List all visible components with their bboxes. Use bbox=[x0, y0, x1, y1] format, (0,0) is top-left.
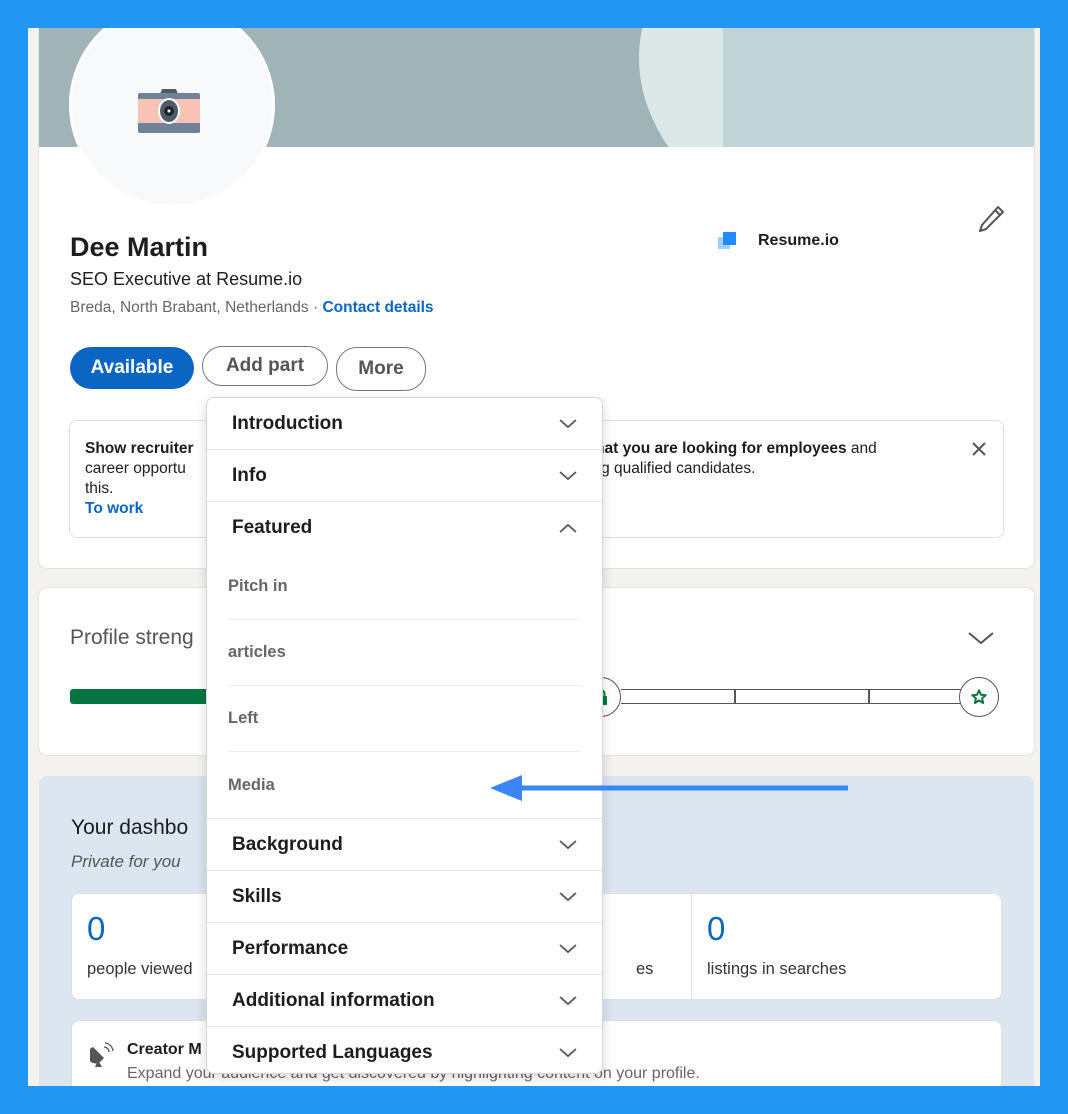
notice-right-bold: e that you are looking for employees bbox=[577, 440, 847, 457]
meter-tick bbox=[868, 689, 870, 704]
section-label: Featured bbox=[232, 517, 313, 538]
dropdown-section-info[interactable]: Info bbox=[207, 450, 602, 502]
section-label: Background bbox=[232, 833, 343, 855]
meter-track bbox=[621, 689, 961, 704]
page-viewport: Dee Martin SEO Executive at Resume.io Br… bbox=[28, 28, 1040, 1086]
banner-shape bbox=[723, 28, 1034, 147]
chevron-down-icon bbox=[559, 1048, 577, 1058]
notice-right-text: e that you are looking for employees and… bbox=[577, 439, 957, 499]
pencil-icon[interactable] bbox=[976, 204, 1006, 234]
available-button[interactable]: Available bbox=[70, 347, 194, 389]
dashboard-subtitle: Private for you bbox=[71, 852, 181, 871]
subitem-label: Media bbox=[228, 775, 275, 794]
subitem-label: Pitch in bbox=[228, 577, 288, 595]
featured-item-pitch-in[interactable]: Pitch in bbox=[228, 554, 581, 620]
stat-value: 0 bbox=[87, 910, 106, 947]
add-part-button[interactable]: Add part bbox=[202, 346, 328, 386]
dropdown-section-performance[interactable]: Performance bbox=[207, 923, 602, 975]
current-company[interactable]: Resume.io bbox=[718, 232, 839, 250]
add-part-dropdown: Introduction Info Featured Pitch in arti… bbox=[206, 397, 603, 1074]
creator-mode-title: Creator M bbox=[127, 1041, 202, 1058]
close-icon[interactable] bbox=[971, 441, 987, 457]
notice-right-line: cting qualified candidates. bbox=[577, 460, 756, 477]
stat-search-appearances[interactable]: 0 listings in searches bbox=[691, 894, 1002, 1001]
star-icon bbox=[959, 677, 999, 717]
more-button[interactable]: More bbox=[336, 347, 426, 391]
profile-location: Breda, North Brabant, Netherlands · Cont… bbox=[70, 299, 434, 317]
chevron-down-icon bbox=[559, 470, 577, 480]
featured-item-articles[interactable]: articles bbox=[228, 620, 581, 686]
avatar[interactable] bbox=[69, 28, 275, 208]
section-label: Additional information bbox=[232, 989, 435, 1011]
profile-strength-title: Profile streng bbox=[70, 626, 194, 649]
resume-io-logo-icon bbox=[718, 232, 736, 249]
notice-left-bold: Show recruiter bbox=[85, 440, 194, 457]
section-label: Supported Languages bbox=[232, 1042, 433, 1063]
stat-value: 0 bbox=[707, 910, 726, 947]
dropdown-section-additional-information[interactable]: Additional information bbox=[207, 975, 602, 1027]
chevron-down-icon[interactable] bbox=[966, 628, 996, 648]
featured-item-left[interactable]: Left bbox=[228, 686, 581, 752]
subitem-label: articles bbox=[228, 643, 286, 661]
profile-headline: SEO Executive at Resume.io bbox=[70, 269, 303, 289]
separator: · bbox=[308, 299, 323, 316]
notice-left-line: this. bbox=[85, 480, 114, 497]
dropdown-section-introduction[interactable]: Introduction bbox=[207, 398, 602, 450]
meter-tick bbox=[734, 689, 736, 704]
stat-label: people viewed bbox=[87, 960, 193, 978]
section-label: Introduction bbox=[232, 412, 343, 434]
camera-icon bbox=[138, 89, 200, 133]
dashboard-title: Your dashbo bbox=[71, 816, 189, 839]
notice-left-line: career opportu bbox=[85, 460, 186, 477]
dropdown-section-supported-languages[interactable]: Supported Languages bbox=[207, 1027, 602, 1073]
chevron-down-icon bbox=[559, 995, 577, 1005]
chevron-down-icon bbox=[559, 891, 577, 901]
profile-actions: Available Add part More bbox=[70, 346, 426, 391]
chevron-down-icon bbox=[559, 943, 577, 953]
contact-details-link[interactable]: Contact details bbox=[322, 299, 433, 316]
stat-label: es bbox=[636, 960, 654, 978]
annotation-arrow-icon bbox=[490, 775, 848, 801]
section-label: Skills bbox=[232, 885, 282, 907]
chevron-up-icon bbox=[559, 523, 577, 533]
company-name: Resume.io bbox=[758, 232, 839, 249]
dropdown-section-featured[interactable]: Featured bbox=[207, 502, 602, 554]
section-label: Info bbox=[232, 464, 267, 486]
chevron-down-icon bbox=[559, 418, 577, 428]
stat-label: listings in searches bbox=[707, 960, 847, 978]
profile-name: Dee Martin bbox=[70, 232, 209, 262]
satellite-dish-icon bbox=[90, 1042, 114, 1067]
dropdown-section-skills[interactable]: Skills bbox=[207, 871, 602, 923]
to-work-link[interactable]: To work bbox=[85, 500, 143, 517]
location-text: Breda, North Brabant, Netherlands bbox=[70, 299, 309, 316]
subitem-label: Left bbox=[228, 709, 259, 727]
dropdown-section-background[interactable]: Background bbox=[207, 819, 602, 871]
notice-right-after: and bbox=[846, 440, 877, 457]
chevron-down-icon bbox=[559, 839, 577, 849]
section-label: Performance bbox=[232, 937, 349, 959]
